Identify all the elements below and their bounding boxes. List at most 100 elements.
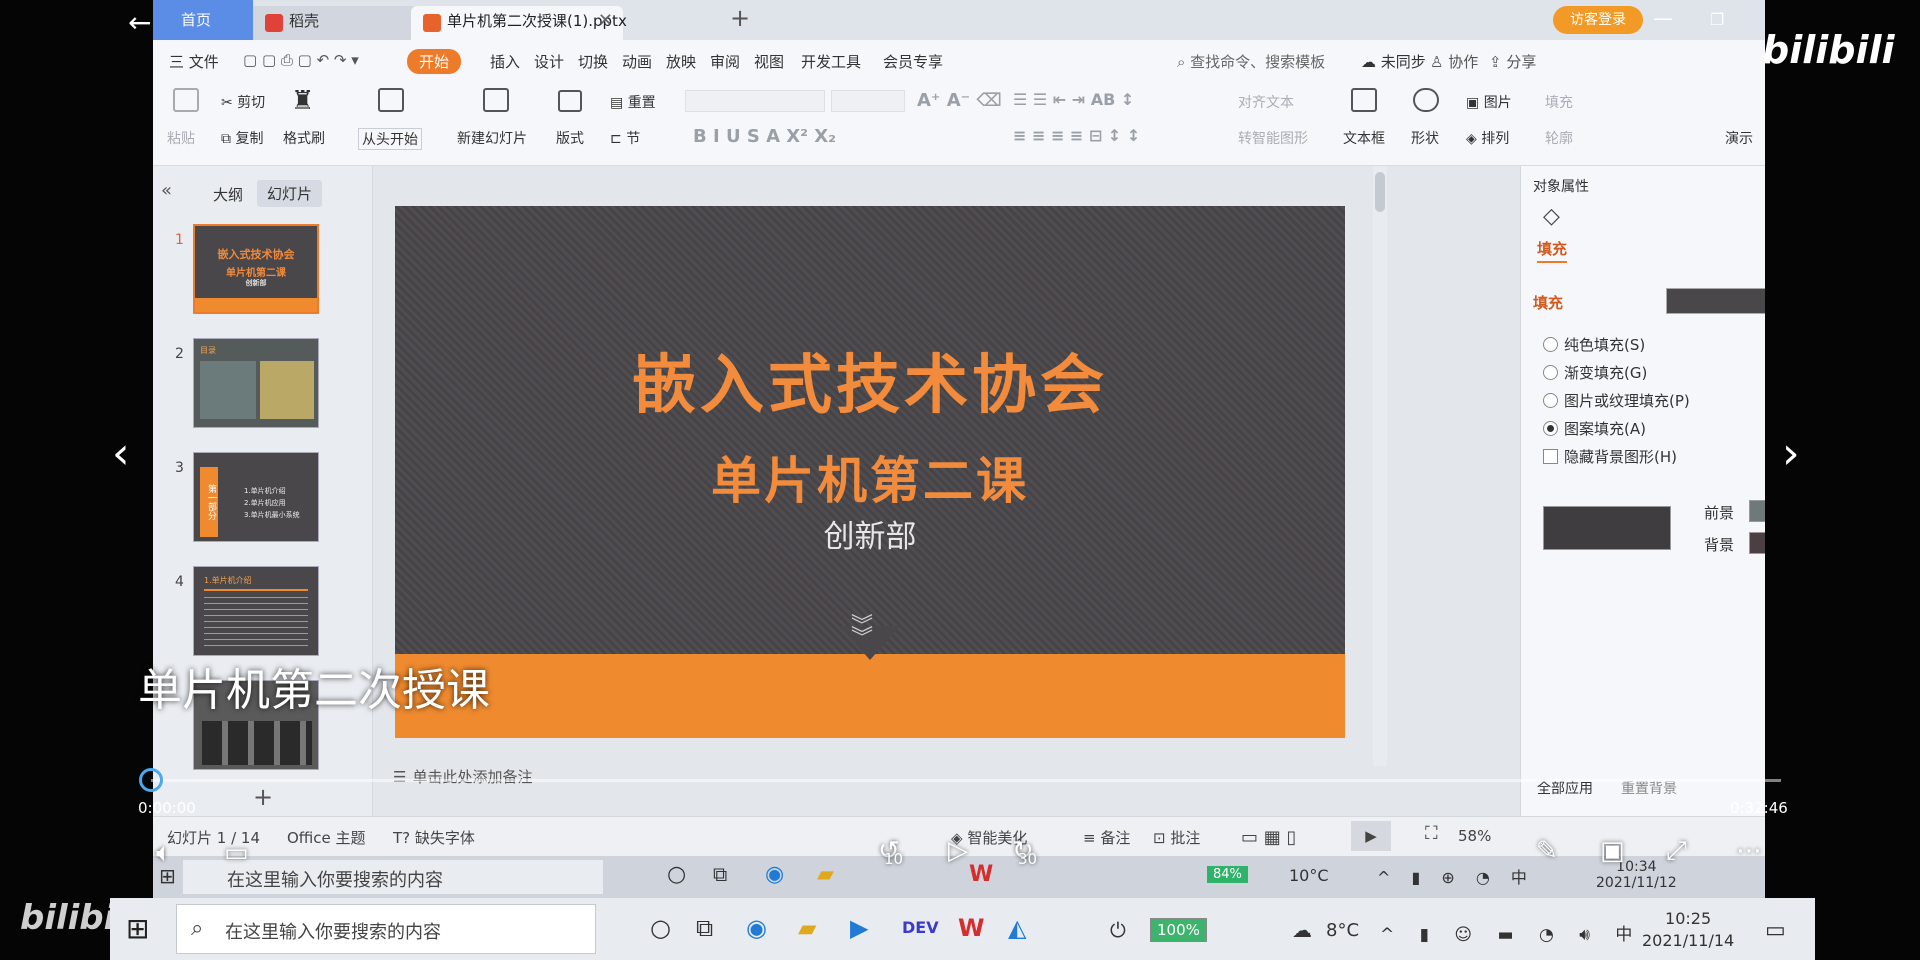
missing-font-button[interactable]: T? 缺失字体 <box>393 827 475 848</box>
add-tab-icon[interactable]: + <box>730 4 750 32</box>
edge-icon[interactable]: ◉ <box>765 862 784 887</box>
pattern-dropdown[interactable] <box>1543 506 1671 550</box>
format-painter-button[interactable]: 格式刷 <box>283 128 325 148</box>
sync-status[interactable]: ☁ 未同步 <box>1361 51 1426 72</box>
zoom-level[interactable]: 58% <box>1458 827 1491 845</box>
picture-fill-option[interactable]: 图片或纹理填充(P) <box>1543 390 1690 411</box>
previous-chevron-icon[interactable]: ‹ <box>112 428 130 479</box>
menu-slideshow[interactable]: 放映 <box>666 51 696 72</box>
quick-access-icons[interactable]: ▢ ▢ ⎙ ▢ ↶ ↷ ▾ <box>243 51 359 69</box>
slide-thumb-5[interactable] <box>193 680 319 770</box>
tab-outline[interactable]: 大纲 <box>213 184 243 205</box>
video-frame[interactable]: 首页 稻壳 单片机第二次授课(1).pptx✕ + 访客登录 — ❐ ✕ 三 文… <box>153 0 1765 898</box>
fit-window-icon[interactable]: ⛶ <box>1425 823 1438 844</box>
slide-thumb-2[interactable]: 目录 <box>193 338 319 428</box>
windows-start-icon[interactable]: ⊞ <box>126 912 149 945</box>
text-format-tools[interactable]: B I U S A X² X₂ <box>693 126 836 147</box>
foreground-color-dropdown[interactable] <box>1749 500 1765 522</box>
outline-button[interactable]: 轮廓 <box>1545 128 1573 148</box>
fill-button[interactable]: 填充 <box>1545 92 1573 112</box>
cut-button[interactable]: ✂ 剪切 <box>221 92 265 112</box>
tab-home[interactable]: 首页 <box>153 0 253 40</box>
tab-pptx-file[interactable]: 单片机第二次授课(1).pptx ✕ <box>411 6 627 40</box>
play-slideshow-icon[interactable]: ▶ <box>1351 821 1391 851</box>
tray-icons[interactable]: ^ ▮ ⊕ ◔ 中 <box>1377 864 1535 888</box>
cortana-icon[interactable]: ○ <box>650 914 671 942</box>
pane-title[interactable]: 对象属性 <box>1533 176 1589 196</box>
tray-icons[interactable]: ^ ▮ ☺ ▬ ◔ 🔊︎ 中 <box>1380 920 1642 945</box>
textbox-button[interactable]: 文本框 <box>1343 128 1385 148</box>
task-view-icon[interactable]: ⧉ <box>713 862 727 886</box>
background-color-dropdown[interactable] <box>1749 532 1765 554</box>
add-slide-icon[interactable]: + <box>253 783 273 811</box>
paste-icon[interactable] <box>173 88 199 112</box>
picture-button[interactable]: ▣ 图片 <box>1466 92 1512 112</box>
slide-subtitle[interactable]: 单片机第二课 <box>395 441 1345 513</box>
back-arrow-icon[interactable]: ← <box>128 6 151 39</box>
menu-review[interactable]: 审阅 <box>710 51 740 72</box>
canvas-scrollbar[interactable] <box>1373 166 1387 766</box>
slide-department[interactable]: 创新部 <box>395 511 1345 556</box>
slide-thumb-1[interactable]: 嵌入式技术协会 单片机第二课 创新部 <box>193 224 319 314</box>
menu-design[interactable]: 设计 <box>534 51 564 72</box>
beautify-button[interactable]: ◈ 智能美化 <box>951 827 1027 848</box>
fill-section-header[interactable]: 填充 <box>1533 292 1563 313</box>
media-player-icon[interactable]: ▶ <box>850 914 868 942</box>
reset-button[interactable]: ▤ 重置 <box>610 92 656 112</box>
new-slide-button[interactable]: 新建幻灯片 <box>457 128 527 148</box>
wps-icon[interactable]: W <box>969 862 993 887</box>
menu-member[interactable]: 会员专享 <box>883 51 943 72</box>
menu-file[interactable]: 三 文件 <box>169 51 219 72</box>
theme-name[interactable]: Office 主题 <box>287 827 366 848</box>
scrollbar-thumb[interactable] <box>1375 172 1385 212</box>
view-mode-icons[interactable]: ▭ ▦ ▯ <box>1241 827 1296 848</box>
battery-indicator[interactable]: 100% <box>1150 918 1207 942</box>
collapse-panel-icon[interactable]: « <box>161 180 172 201</box>
slide-1[interactable]: 嵌入式技术协会 单片机第二课 创新部 ︾ ︾ <box>395 206 1345 738</box>
system-clock[interactable]: 10:25 2021/11/14 <box>1642 908 1734 952</box>
guest-login-button[interactable]: 访客登录 <box>1553 6 1643 34</box>
slide-thumb-4[interactable]: 1.单片机介绍 <box>193 566 319 656</box>
share-button[interactable]: ⇪ 分享 <box>1489 51 1536 72</box>
next-chevron-icon[interactable]: › <box>1782 428 1800 479</box>
paste-button[interactable]: 粘贴 <box>167 128 195 148</box>
wps-icon[interactable]: W <box>958 914 984 942</box>
command-search[interactable]: ⌕ 查找命令、搜索模板 <box>1177 51 1325 72</box>
menu-animation[interactable]: 动画 <box>622 51 652 72</box>
font-size-tools[interactable]: A⁺ A⁻ ⌫ <box>917 90 1002 111</box>
layout-button[interactable]: 版式 <box>556 128 584 148</box>
weather-temperature[interactable]: 8°C <box>1326 920 1359 941</box>
from-start-button[interactable]: 从头开始 <box>358 128 422 150</box>
pattern-fill-option[interactable]: 图案填充(A) <box>1543 418 1646 439</box>
font-size-dropdown[interactable] <box>831 90 905 112</box>
fill-color-dropdown[interactable] <box>1666 288 1765 314</box>
close-tab-icon[interactable]: ✕ <box>598 6 613 36</box>
menu-developer[interactable]: 开发工具 <box>801 51 861 72</box>
reset-background-button[interactable]: 重置背景 <box>1621 778 1677 798</box>
comment-button[interactable]: ⊡ 批注 <box>1153 827 1200 848</box>
tab-fill[interactable]: 填充 <box>1537 238 1568 263</box>
apply-all-button[interactable]: 全部应用 <box>1537 778 1593 798</box>
recorded-search-box[interactable]: 在这里输入你要搜索的内容 <box>183 860 603 894</box>
collab-button[interactable]: ♙ 协作 <box>1430 51 1478 72</box>
menu-insert[interactable]: 插入 <box>490 51 520 72</box>
section-button[interactable]: ⊏ 节 <box>610 128 640 148</box>
notification-icon[interactable]: ▭ <box>1765 918 1786 943</box>
gradient-fill-option[interactable]: 渐变填充(G) <box>1543 362 1647 383</box>
menu-transition[interactable]: 切换 <box>578 51 608 72</box>
whiteboard-icon[interactable]: ◭ <box>1008 914 1026 942</box>
align-text-button[interactable]: 对齐文本 <box>1238 92 1294 112</box>
tab-slides[interactable]: 幻灯片 <box>257 180 323 207</box>
smartart-button[interactable]: 转智能图形 <box>1238 128 1308 148</box>
file-explorer-icon[interactable]: ▰ <box>798 914 816 942</box>
hide-background-checkbox[interactable]: 隐藏背景图形(H) <box>1543 446 1677 467</box>
minimize-icon[interactable]: — <box>1653 6 1673 30</box>
taskbar-search-box[interactable]: ⌕ 在这里输入你要搜索的内容 <box>176 904 596 954</box>
notes-area[interactable]: ☰ 单击此处添加备注 <box>373 766 1520 787</box>
present-button[interactable]: 演示 <box>1725 128 1753 148</box>
align-tools[interactable]: ≡ ≡ ≡ ≡ ⊟ ↕ ↕ <box>1013 126 1140 145</box>
shape-button[interactable]: 形状 <box>1411 128 1439 148</box>
menu-view[interactable]: 视图 <box>754 51 784 72</box>
cortana-icon[interactable]: ○ <box>667 862 686 887</box>
windows-start-icon[interactable]: ⊞ <box>159 864 176 888</box>
